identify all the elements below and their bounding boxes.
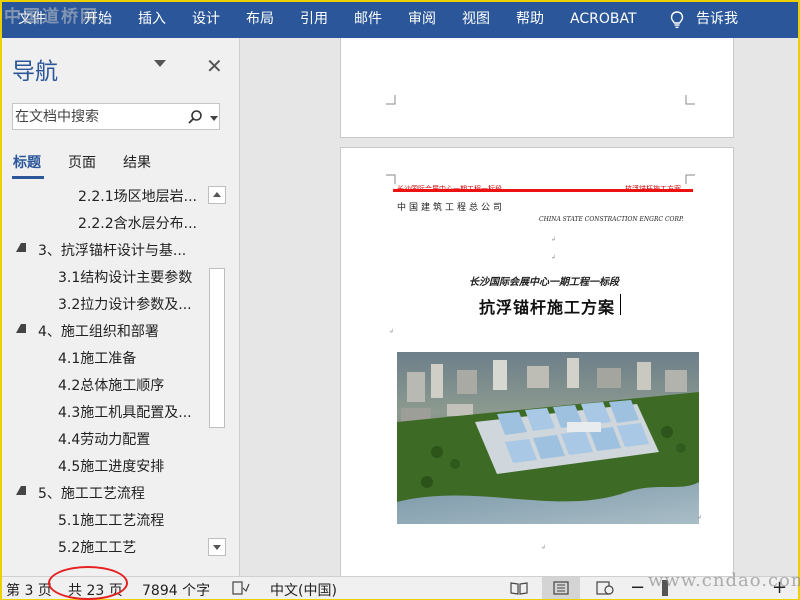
margin-corner-mark (386, 95, 396, 105)
nav-title: 导航 (12, 59, 58, 85)
tree-item[interactable]: 3、抗浮锚杆设计与基... (2, 236, 207, 263)
tree-item[interactable]: 3.2拉力设计参数及... (2, 290, 207, 317)
search-input[interactable] (15, 107, 180, 126)
collapse-triangle-icon[interactable] (16, 243, 26, 252)
navigation-pane: 导航 ✕ 标题 页面 结果 2.2.1场区地层岩... 2.2.2含水层分布..… (2, 38, 240, 576)
tell-me-button[interactable]: 告诉我 (696, 2, 738, 38)
tree-item[interactable]: 2.2.2含水层分布... (2, 209, 207, 236)
document-title: 抗浮锚杆施工方案 (479, 298, 616, 317)
paragraph-mark: ↲ (697, 514, 703, 521)
page-header-rule (393, 189, 693, 192)
scrollbar-thumb[interactable] (209, 268, 225, 428)
scroll-down-arrow-icon[interactable] (208, 538, 226, 556)
tab-layout[interactable]: 布局 (246, 2, 274, 38)
tree-item[interactable]: 5.1施工工艺流程 (2, 506, 207, 533)
paragraph-mark: ↲ (551, 254, 557, 261)
text-cursor (620, 294, 621, 315)
tab-help[interactable]: 帮助 (516, 2, 544, 38)
search-options-chevron-icon[interactable] (210, 116, 218, 121)
tree-item[interactable]: 5、施工工艺流程 (2, 479, 207, 506)
nav-tab-results[interactable]: 结果 (123, 152, 151, 172)
tree-item[interactable]: 4.2总体施工顺序 (2, 371, 207, 398)
tree-item[interactable]: 4.1施工准备 (2, 344, 207, 371)
document-page-previous[interactable] (340, 38, 734, 138)
watermark-bottom: www.cndao.com (648, 570, 800, 591)
tree-item[interactable]: 4.4劳动力配置 (2, 425, 207, 452)
zoom-out-icon[interactable]: − (630, 577, 645, 598)
tree-item[interactable]: 3.1结构设计主要参数 (2, 263, 207, 290)
company-name: 中国建筑工程总公司 (397, 203, 506, 213)
tab-design[interactable]: 设计 (192, 2, 220, 38)
tab-references[interactable]: 引用 (300, 2, 328, 38)
page-indicator[interactable]: 第 3 页 (6, 580, 52, 600)
tree-item[interactable]: 2.2.1场区地层岩... (2, 182, 207, 209)
collapse-triangle-icon[interactable] (16, 324, 26, 333)
tab-acrobat[interactable]: ACROBAT (570, 2, 637, 38)
margin-corner-mark (685, 95, 695, 105)
lightbulb-icon[interactable] (670, 11, 684, 29)
word-count[interactable]: 7894 个字 (142, 580, 210, 600)
tab-mailings[interactable]: 邮件 (354, 2, 382, 38)
web-layout-icon[interactable] (596, 581, 614, 595)
paragraph-mark: ↲ (551, 236, 557, 243)
tab-view[interactable]: 视图 (462, 2, 490, 38)
company-name-english: CHINA STATE CONSTRACTION ENGRC CORP. (539, 216, 684, 223)
watermark-top: 中国道桥网 (4, 7, 99, 27)
active-tab-indicator (12, 176, 44, 179)
cover-photo-exhibition-center[interactable] (397, 352, 699, 524)
nav-tab-pages[interactable]: 页面 (68, 152, 96, 172)
nav-options-dropdown-icon[interactable] (154, 60, 166, 67)
print-layout-button[interactable] (542, 577, 580, 599)
close-icon[interactable]: ✕ (206, 54, 223, 78)
margin-corner-mark (386, 174, 396, 184)
nav-tab-headings[interactable]: 标题 (13, 152, 41, 172)
search-icon[interactable] (187, 109, 203, 125)
nav-scrollbar[interactable] (208, 186, 226, 556)
proofing-icon[interactable] (232, 581, 250, 595)
project-name: 长沙国际会展中心一期工程一标段 (469, 277, 619, 288)
paragraph-mark: ↲ (389, 328, 395, 335)
tree-item[interactable]: 4、施工组织和部署 (2, 317, 207, 344)
tab-insert[interactable]: 插入 (138, 2, 166, 38)
tree-item[interactable]: 5.2施工工艺 (2, 533, 207, 560)
print-layout-icon (553, 581, 569, 595)
scroll-up-arrow-icon[interactable] (208, 186, 226, 204)
language-indicator[interactable]: 中文(中国) (270, 580, 337, 600)
read-mode-icon[interactable] (510, 581, 528, 595)
ribbon: 文件 开始 插入 设计 布局 引用 邮件 审阅 视图 帮助 ACROBAT 告诉… (2, 2, 798, 38)
tree-item[interactable]: 4.3施工机具配置及... (2, 398, 207, 425)
paragraph-mark: ↲ (541, 544, 547, 551)
red-highlight-circle (48, 566, 128, 600)
document-canvas[interactable]: 长沙国际会展中心一期工程一标段 抗浮锚杆施工方案 中国建筑工程总公司 CHINA… (240, 38, 798, 576)
heading-tree: 2.2.1场区地层岩... 2.2.2含水层分布... 3、抗浮锚杆设计与基..… (2, 182, 207, 562)
margin-corner-mark (685, 174, 695, 184)
document-page-current[interactable]: 长沙国际会展中心一期工程一标段 抗浮锚杆施工方案 中国建筑工程总公司 CHINA… (340, 147, 734, 576)
tab-review[interactable]: 审阅 (408, 2, 436, 38)
search-box (12, 103, 220, 130)
tree-item[interactable]: 4.5施工进度安排 (2, 452, 207, 479)
collapse-triangle-icon[interactable] (16, 486, 26, 495)
